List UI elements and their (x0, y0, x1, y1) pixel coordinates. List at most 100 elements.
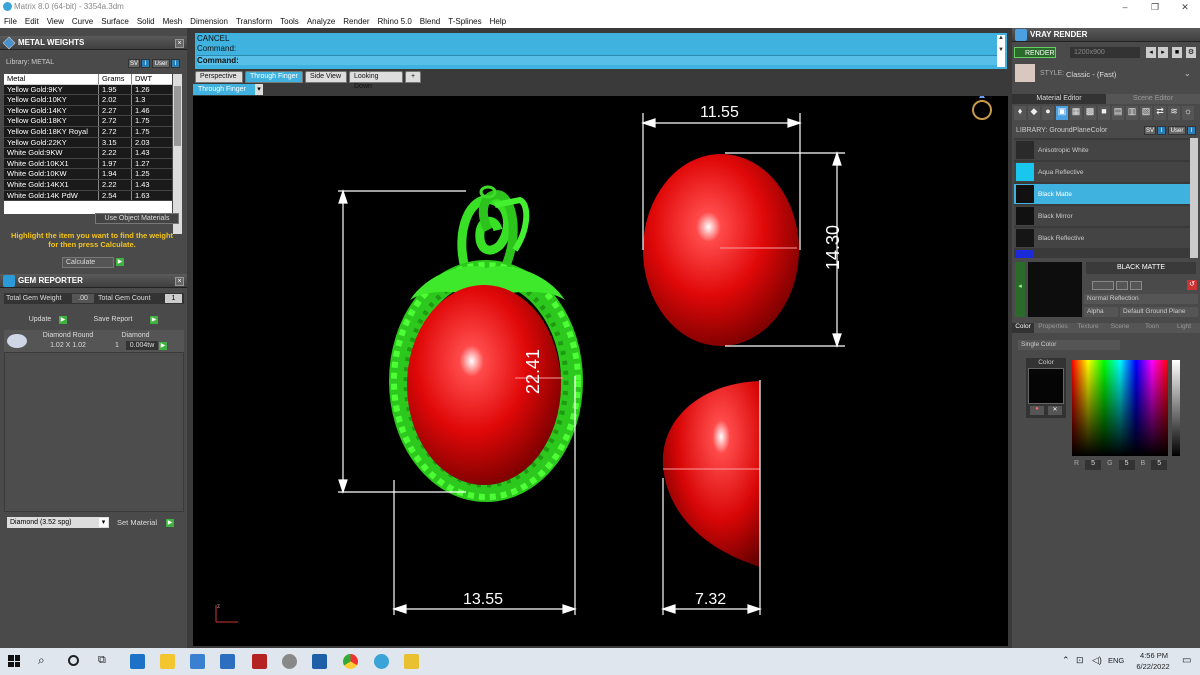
red-value[interactable]: 5 (1085, 460, 1102, 470)
language-indicator[interactable]: ENG (1108, 656, 1124, 665)
tab-through-finger[interactable]: Through Finger (245, 71, 303, 83)
library-i2-button[interactable]: I (171, 59, 180, 68)
ground-select[interactable]: Default Ground Plane (1120, 307, 1198, 317)
table-row[interactable]: Yellow Gold:18KY 2.72 1.75 (4, 116, 172, 127)
menu-blend[interactable]: Blend (416, 17, 444, 26)
list-item[interactable]: Anisotropic White (1014, 140, 1190, 160)
command-scrollbar[interactable]: ▲ ▼ (997, 35, 1005, 67)
table-row[interactable]: Yellow Gold:22KY 3.15 2.03 (4, 137, 172, 149)
light-icon[interactable]: ☼ (1182, 106, 1194, 120)
clock-date[interactable]: 6/22/2022 (1130, 662, 1176, 671)
menu-mesh[interactable]: Mesh (159, 17, 187, 26)
stop-icon[interactable]: ■ (1172, 47, 1182, 58)
color-swatch[interactable] (1028, 368, 1064, 404)
color-picker[interactable] (1072, 360, 1168, 456)
blue-value[interactable]: 5 (1151, 460, 1168, 470)
list-item[interactable]: Black Reflective (1014, 228, 1190, 248)
maximize-button[interactable]: ❐ (1145, 1, 1165, 13)
file-explorer-icon[interactable] (160, 654, 175, 669)
render-button[interactable]: RENDER (1014, 47, 1056, 58)
settings-icon[interactable]: ⚙ (1186, 47, 1196, 58)
clock-time[interactable]: 4:56 PM (1134, 651, 1174, 660)
grid2-icon[interactable]: ▧ (1140, 106, 1152, 120)
menu-curve[interactable]: Curve (68, 17, 97, 26)
fill-icon[interactable]: ■ (1098, 106, 1110, 120)
texture-icon[interactable]: ▥ (1126, 106, 1138, 120)
calculate-play-icon[interactable]: ▶ (116, 258, 124, 266)
material-select[interactable]: Diamond (3.52 spg) (7, 517, 109, 528)
menu-tsplines[interactable]: T-Splines (444, 17, 485, 26)
style-chevron-icon[interactable]: ⌄ (1184, 69, 1191, 78)
menu-transform[interactable]: Transform (232, 17, 276, 26)
gem-icon[interactable]: ◆ (1028, 106, 1040, 120)
prev-icon[interactable]: ◂ (1146, 47, 1156, 58)
swatch-toggle-3[interactable] (1130, 281, 1142, 290)
clear-color-icon[interactable]: ✕ (1048, 406, 1062, 415)
col-metal[interactable]: Metal (4, 74, 98, 84)
menu-view[interactable]: View (43, 17, 68, 26)
tab-toon[interactable]: Toon (1136, 323, 1168, 333)
list-item-selected[interactable]: Black Matte (1014, 184, 1190, 204)
ring-icon[interactable] (972, 93, 992, 120)
update-play-icon[interactable]: ▶ (59, 316, 67, 324)
drop-icon[interactable]: ♦ (1014, 106, 1026, 120)
view-dropdown-icon[interactable]: ▾ (255, 84, 263, 95)
reset-icon[interactable]: ↺ (1187, 280, 1197, 290)
tab-properties[interactable]: Properties (1034, 323, 1072, 333)
notification-icon[interactable]: ▭ (1182, 655, 1191, 666)
table-row[interactable]: Yellow Gold:9KY 1.95 1.26 (4, 84, 172, 96)
shade-icon[interactable]: ▤ (1112, 106, 1124, 120)
chevron-up-icon[interactable]: ⌃ (1062, 655, 1070, 666)
minimize-button[interactable]: – (1115, 1, 1135, 13)
color-mode-select[interactable]: Single Color (1018, 340, 1120, 350)
photos-icon[interactable] (312, 654, 327, 669)
tab-material-editor[interactable]: Material Editor (1012, 94, 1106, 104)
gem-row[interactable]: Diamond Round 1.02 X 1.02 Diamond 1 0.00… (4, 330, 184, 352)
green-value[interactable]: 5 (1118, 460, 1135, 470)
col-dwt[interactable]: DWT (131, 74, 172, 84)
layers-icon[interactable]: ≋ (1168, 106, 1180, 120)
windows-start-icon[interactable] (8, 655, 20, 667)
grid-icon[interactable]: ▦ (1070, 106, 1082, 120)
search-icon[interactable]: ⌕ (38, 653, 45, 668)
next-icon[interactable]: ▸ (1158, 47, 1168, 58)
style-value[interactable]: Classic - (Fast) (1066, 70, 1116, 79)
matrix-icon[interactable] (374, 654, 389, 669)
gem-play-icon[interactable]: ▶ (159, 342, 167, 350)
table-row[interactable]: Yellow Gold:14KY 2.27 1.46 (4, 105, 172, 117)
library-sv-button[interactable]: SV (128, 59, 140, 68)
chrome-icon[interactable] (343, 654, 358, 669)
menu-edit[interactable]: Edit (21, 17, 43, 26)
chevron-down-icon[interactable]: ▾ (99, 518, 108, 527)
table-row[interactable]: Yellow Gold:10KY 2.02 1.3 (4, 95, 172, 106)
eyedropper-icon[interactable]: ● (1030, 406, 1044, 415)
table-row[interactable]: White Gold:14K PdW 2.54 1.63 (4, 190, 172, 202)
network-icon[interactable]: ⊡ (1076, 655, 1084, 666)
menu-analyze[interactable]: Analyze (303, 17, 339, 26)
list-item[interactable]: Black Mirror (1014, 206, 1190, 226)
rhino-icon[interactable] (282, 654, 297, 669)
tab-add[interactable]: + (405, 71, 421, 83)
mat-library-sv-button[interactable]: SV (1144, 126, 1156, 135)
brightness-slider[interactable] (1172, 360, 1180, 456)
update-button[interactable]: Update (22, 315, 58, 326)
close-metal-weights-button[interactable]: × (175, 39, 184, 48)
mat-library-user-button[interactable]: User (1168, 126, 1186, 135)
table-row[interactable]: Yellow Gold:18KY Royal 2.72 1.75 (4, 126, 172, 138)
table-row[interactable]: White Gold:10KX1 1.97 1.27 (4, 158, 172, 170)
close-window-button[interactable]: ✕ (1175, 1, 1195, 13)
set-material-play-icon[interactable]: ▶ (166, 519, 174, 527)
menu-dimension[interactable]: Dimension (186, 17, 232, 26)
metal-table-scrollbar[interactable] (173, 74, 182, 234)
alpha-select[interactable]: Alpha (1084, 307, 1118, 317)
tab-color[interactable]: Color (1012, 323, 1034, 333)
table-row[interactable]: White Gold:9KW 2.22 1.43 (4, 148, 172, 159)
save-report-play-icon[interactable]: ▶ (150, 316, 158, 324)
table-row[interactable]: White Gold:10KW 1.94 1.25 (4, 169, 172, 180)
library-i-button[interactable]: I (141, 59, 150, 68)
tab-scene-editor[interactable]: Scene Editor (1106, 94, 1200, 104)
mat-library-i-button[interactable]: I (1157, 126, 1166, 135)
sphere-icon[interactable]: ● (1042, 106, 1054, 120)
viewport-3d[interactable]: z 22.41 13.55 11.55 14.30 7.32 (193, 93, 1008, 646)
tab-side-view[interactable]: Side View (305, 71, 347, 83)
